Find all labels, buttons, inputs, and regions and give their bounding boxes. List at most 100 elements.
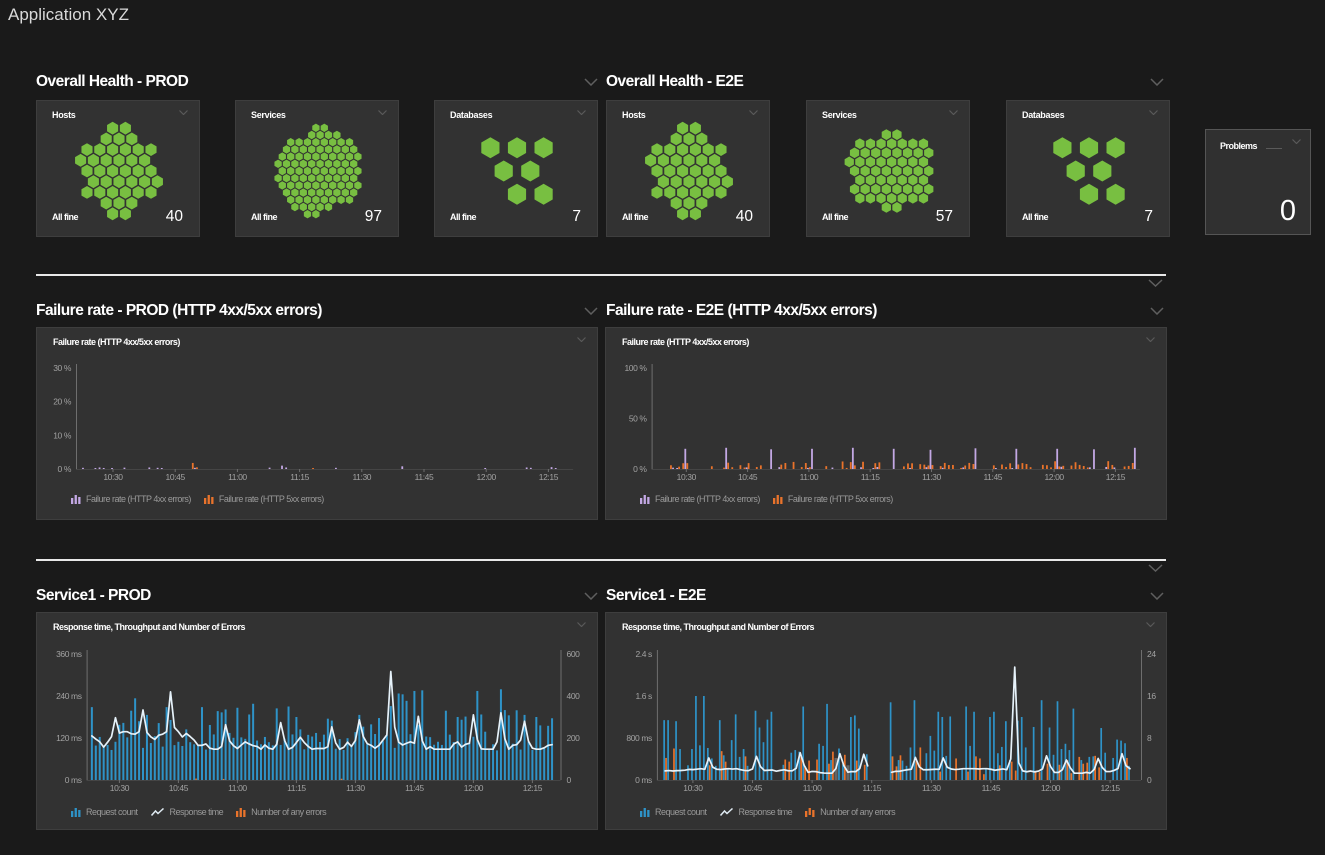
svg-text:0 ms: 0 ms [635, 775, 652, 785]
section-header-overall-health-e2e: Overall Health - E2E [606, 72, 1164, 92]
chart-tile-service1-e2e[interactable]: Response time, Throughput and Number of … [605, 612, 1167, 830]
chart-tile-service1-prod[interactable]: Response time, Throughput and Number of … [36, 612, 598, 830]
entity-count: 40 [166, 208, 183, 226]
failure-rate-chart-e2e[interactable]: 10:3010:4511:0011:1511:3011:4512:0012:15… [606, 328, 1168, 521]
bar-chart-icon [805, 808, 815, 817]
svg-text:11:45: 11:45 [982, 783, 1001, 793]
svg-text:11:30: 11:30 [346, 783, 365, 793]
chevron-down-icon[interactable] [1148, 564, 1163, 572]
section-title: Service1 - PROD [36, 587, 151, 605]
service-metrics-chart-e2e[interactable]: 10:3010:4511:0011:1511:3011:4512:0012:15… [606, 613, 1168, 831]
svg-text:10:45: 10:45 [169, 783, 189, 793]
chevron-down-icon[interactable] [584, 78, 598, 86]
entity-count: 40 [736, 208, 753, 226]
health-tile-services-e2e[interactable]: Services All fine 57 [806, 100, 970, 237]
bar-chart-icon [236, 808, 246, 817]
svg-text:11:15: 11:15 [861, 472, 880, 482]
svg-text:11:00: 11:00 [800, 472, 819, 482]
bar-chart-icon [773, 495, 783, 504]
failure-rate-chart-prod[interactable]: 10:3010:4511:0011:1511:3011:4512:0012:15… [37, 328, 599, 521]
legend-label: Failure rate (HTTP 4xx errors) [655, 494, 760, 504]
svg-text:11:00: 11:00 [228, 783, 247, 793]
chevron-down-icon[interactable] [1292, 139, 1301, 144]
svg-text:30 %: 30 % [53, 363, 72, 373]
legend-item-4xx[interactable]: Failure rate (HTTP 4xx errors) [640, 494, 760, 504]
legend-label: Failure rate (HTTP 5xx errors) [788, 494, 893, 504]
svg-text:11:15: 11:15 [862, 783, 881, 793]
section-title: Failure rate - PROD (HTTP 4xx/5xx errors… [36, 302, 322, 320]
svg-text:11:00: 11:00 [228, 472, 247, 482]
legend-label: Request count [86, 807, 138, 817]
health-tile-databases-e2e[interactable]: Databases All fine 7 [1006, 100, 1170, 237]
divider-line [36, 274, 1166, 276]
entity-count: 7 [1144, 208, 1153, 226]
section-title: Service1 - E2E [606, 587, 706, 605]
health-tile-hosts-prod[interactable]: Hosts All fine 40 [36, 100, 200, 237]
dynatrace-dashboard: {"page":{"title":"Application XYZ"},"col… [0, 0, 1325, 855]
divider-line [36, 559, 1166, 561]
svg-text:400: 400 [567, 691, 581, 701]
svg-text:10:45: 10:45 [166, 472, 186, 482]
chevron-down-icon[interactable] [584, 307, 598, 315]
legend-item-5xx[interactable]: Failure rate (HTTP 5xx errors) [204, 494, 324, 504]
legend-item-5xx[interactable]: Failure rate (HTTP 5xx errors) [773, 494, 893, 504]
svg-text:12:00: 12:00 [1041, 783, 1061, 793]
problems-count: 0 [1280, 195, 1296, 228]
legend-label: Failure rate (HTTP 5xx errors) [219, 494, 324, 504]
chart-tile-failure-rate-e2e[interactable]: Failure rate (HTTP 4xx/5xx errors) 10:30… [605, 327, 1167, 520]
chart-legend: Request count Response time Number of an… [640, 807, 895, 817]
svg-text:12:15: 12:15 [1106, 472, 1126, 482]
chevron-down-icon[interactable] [1148, 279, 1163, 287]
chevron-down-icon[interactable] [1150, 307, 1164, 315]
bar-chart-icon [640, 808, 650, 817]
chevron-down-icon[interactable] [1150, 78, 1164, 86]
section-header-overall-health-prod: Overall Health - PROD [36, 72, 598, 92]
service-metrics-chart-prod[interactable]: 10:3010:4511:0011:1511:3011:4512:0012:15… [37, 613, 599, 831]
legend-item-errors[interactable]: Number of any errors [805, 807, 895, 817]
svg-text:11:00: 11:00 [803, 783, 822, 793]
health-status-label: All fine [52, 212, 78, 222]
legend-item-4xx[interactable]: Failure rate (HTTP 4xx errors) [71, 494, 191, 504]
legend-label: Failure rate (HTTP 4xx errors) [86, 494, 191, 504]
chevron-down-icon[interactable] [584, 592, 598, 600]
svg-text:11:30: 11:30 [352, 472, 371, 482]
health-tile-services-prod[interactable]: Services All fine 97 [235, 100, 399, 237]
svg-text:8: 8 [1147, 733, 1152, 743]
svg-text:10:30: 10:30 [683, 783, 703, 793]
bar-chart-icon [71, 495, 81, 504]
legend-item-response-time[interactable]: Response time [151, 807, 224, 817]
bar-chart-icon [640, 495, 650, 504]
svg-text:11:30: 11:30 [922, 472, 941, 482]
line-chart-icon [720, 808, 734, 817]
health-tile-hosts-e2e[interactable]: Hosts All fine 40 [606, 100, 770, 237]
svg-text:12:00: 12:00 [1044, 472, 1064, 482]
chart-tile-failure-rate-prod[interactable]: Failure rate (HTTP 4xx/5xx errors) 10:30… [36, 327, 598, 520]
svg-text:16: 16 [1147, 691, 1156, 701]
svg-text:800 ms: 800 ms [626, 733, 652, 743]
legend-item-errors[interactable]: Number of any errors [236, 807, 326, 817]
health-status-label: All fine [251, 212, 277, 222]
health-status-label: All fine [622, 212, 648, 222]
svg-text:600: 600 [567, 649, 581, 659]
health-status-label: All fine [822, 212, 848, 222]
health-tile-databases-prod[interactable]: Databases All fine 7 [434, 100, 598, 237]
chart-legend: Request count Response time Number of an… [71, 807, 326, 817]
health-status-label: All fine [1022, 212, 1048, 222]
legend-item-request-count[interactable]: Request count [71, 807, 138, 817]
svg-text:0 ms: 0 ms [65, 775, 82, 785]
chevron-down-icon[interactable] [1150, 592, 1164, 600]
svg-text:12:15: 12:15 [539, 472, 559, 482]
section-header-failure-rate-e2e: Failure rate - E2E (HTTP 4xx/5xx errors) [606, 301, 1164, 321]
problems-tile[interactable]: Problems 0 [1205, 129, 1311, 235]
svg-text:11:45: 11:45 [983, 472, 1002, 482]
svg-text:0: 0 [567, 775, 572, 785]
legend-label: Response time [170, 807, 224, 817]
svg-text:11:15: 11:15 [287, 783, 306, 793]
legend-item-request-count[interactable]: Request count [640, 807, 707, 817]
svg-text:12:00: 12:00 [477, 472, 497, 482]
svg-text:360 ms: 360 ms [56, 649, 82, 659]
section-title: Failure rate - E2E (HTTP 4xx/5xx errors) [606, 302, 877, 320]
legend-label: Request count [655, 807, 707, 817]
legend-item-response-time[interactable]: Response time [720, 807, 793, 817]
svg-text:2.4 s: 2.4 s [635, 649, 652, 659]
